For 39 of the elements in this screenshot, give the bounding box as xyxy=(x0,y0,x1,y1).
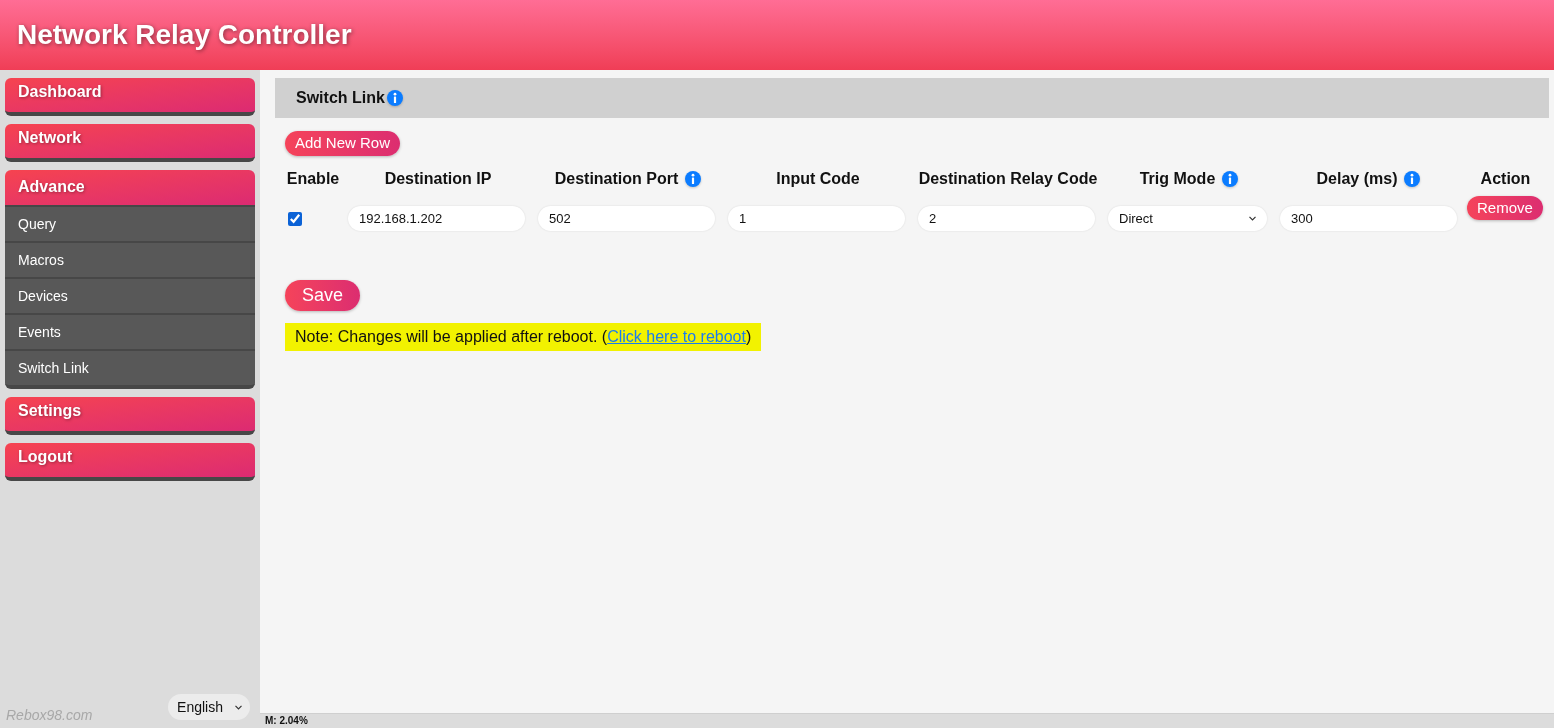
info-icon[interactable] xyxy=(1404,171,1421,187)
submenu-item[interactable]: Devices xyxy=(5,277,255,313)
column-header: Destination Relay Code xyxy=(918,169,1098,189)
relay-code-field[interactable]: 2 xyxy=(918,206,1095,231)
memory-usage-text: M: 2.04% xyxy=(265,716,308,726)
enable-checkbox[interactable] xyxy=(288,211,302,226)
column-header: Enable xyxy=(286,169,340,189)
nav-item[interactable]: Logout xyxy=(5,443,255,481)
remove-button[interactable]: Remove xyxy=(1467,196,1543,220)
nav-item[interactable]: Network xyxy=(5,124,255,162)
column-header: Trig Mode xyxy=(1139,169,1216,189)
language-select[interactable]: English xyxy=(168,694,250,720)
submenu-item[interactable]: Switch Link xyxy=(5,349,255,385)
port-field[interactable]: 502 xyxy=(538,206,715,231)
info-icon[interactable] xyxy=(386,90,403,106)
chevron-down-icon xyxy=(1249,216,1256,221)
info-icon[interactable] xyxy=(685,171,702,187)
trig-mode-select[interactable]: Direct xyxy=(1108,206,1267,231)
nav-item[interactable]: Settings xyxy=(5,397,255,435)
submenu-item[interactable]: Events xyxy=(5,313,255,349)
save-button[interactable]: Save xyxy=(285,280,361,311)
column-header: Action xyxy=(1480,169,1531,189)
panel-title: Switch Link xyxy=(296,88,385,108)
delay-field[interactable]: 300 xyxy=(1280,206,1457,231)
info-icon[interactable] xyxy=(1222,171,1239,187)
column-header: Input Code xyxy=(776,169,860,189)
add-row-button[interactable]: Add New Row xyxy=(285,131,401,156)
submenu-item[interactable]: Macros xyxy=(5,241,255,277)
input-code-field[interactable]: 1 xyxy=(728,206,905,231)
submenu-item[interactable]: Query xyxy=(5,205,255,241)
nav-item[interactable]: Dashboard xyxy=(5,78,255,116)
chevron-down-icon xyxy=(235,704,242,710)
column-header: Destination Port xyxy=(554,169,679,189)
reboot-note: Note: Changes will be applied after reboot. (Click here to reboot) xyxy=(285,323,762,351)
column-header: Destination IP xyxy=(384,169,492,189)
app-title: Network Relay Controller xyxy=(17,21,352,49)
nav-item[interactable]: Advance xyxy=(5,170,255,205)
ip-address-field[interactable]: 192.168.1.202 xyxy=(348,206,525,231)
column-header: Delay (ms) xyxy=(1316,169,1398,189)
